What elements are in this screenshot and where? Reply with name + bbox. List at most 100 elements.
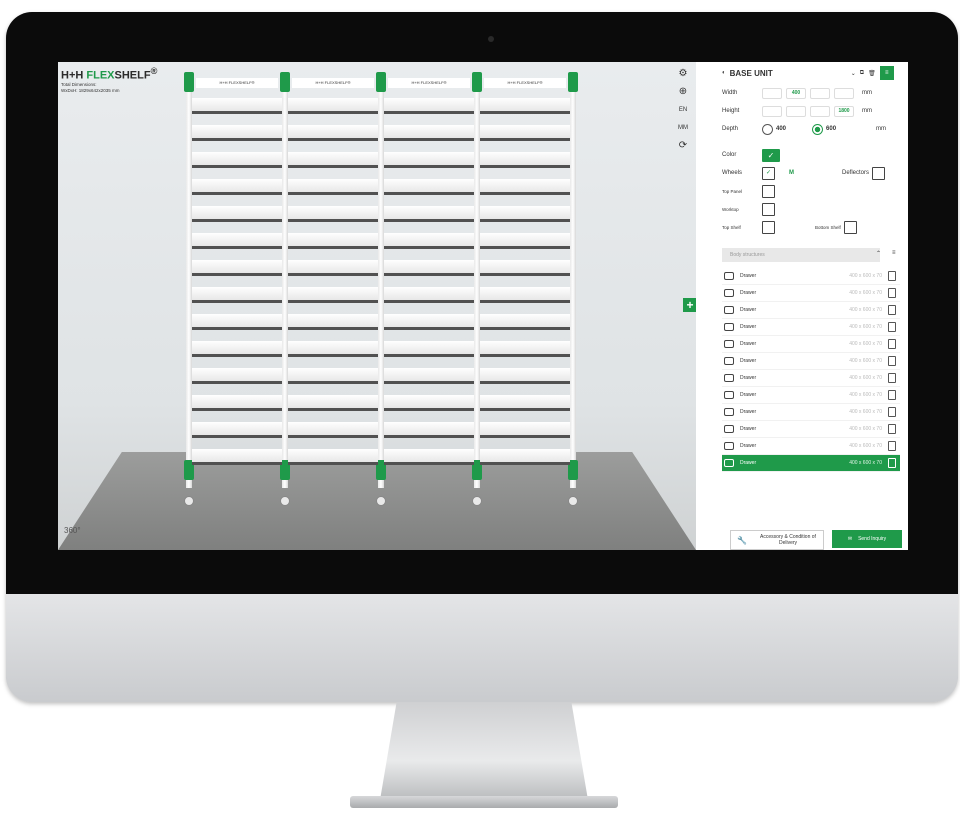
trash-icon[interactable] xyxy=(888,271,896,281)
list-item[interactable]: Drawer 400 x 600 x 70 xyxy=(722,421,900,438)
list-item[interactable]: Drawer 400 x 600 x 70 xyxy=(722,302,900,319)
drawer-tray[interactable] xyxy=(384,395,474,411)
drawer-tray[interactable] xyxy=(480,125,570,141)
drawer-tray[interactable] xyxy=(192,206,282,222)
list-item[interactable]: Drawer 400 x 600 x 70 xyxy=(722,370,900,387)
drawer-tray[interactable] xyxy=(192,260,282,276)
worktop-checkbox[interactable] xyxy=(762,202,775,216)
drawer-tray[interactable] xyxy=(384,422,474,438)
add-unit-button[interactable]: + xyxy=(683,298,696,312)
list-item[interactable]: Drawer 400 x 600 x 70 xyxy=(722,404,900,421)
drawer-tray[interactable] xyxy=(384,287,474,303)
trash-icon[interactable]: 🗑 xyxy=(868,70,876,77)
list-item[interactable]: Drawer 400 x 600 x 70 xyxy=(722,387,900,404)
depth-radio-600[interactable] xyxy=(812,123,824,135)
trash-icon[interactable] xyxy=(888,441,896,451)
structure-search[interactable]: Body structures xyxy=(722,248,880,262)
drawer-tray[interactable] xyxy=(480,179,570,195)
drawer-tray[interactable] xyxy=(192,341,282,357)
drawer-tray[interactable] xyxy=(384,125,474,141)
drawer-tray[interactable] xyxy=(480,260,570,276)
drawer-tray[interactable] xyxy=(288,206,378,222)
drawer-tray[interactable] xyxy=(192,368,282,384)
drawer-tray[interactable] xyxy=(384,341,474,357)
wheels-checkbox[interactable]: ✓ xyxy=(762,166,775,180)
drawer-tray[interactable] xyxy=(480,449,570,465)
drawer-tray[interactable] xyxy=(384,449,474,465)
drawer-tray[interactable] xyxy=(192,233,282,249)
drawer-tray[interactable] xyxy=(384,179,474,195)
drawer-tray[interactable] xyxy=(480,422,570,438)
trash-icon[interactable] xyxy=(888,288,896,298)
drawer-tray[interactable] xyxy=(192,152,282,168)
drawer-tray[interactable] xyxy=(288,314,378,330)
trash-icon[interactable] xyxy=(888,322,896,332)
list-item[interactable]: Drawer 400 x 600 x 70 xyxy=(722,319,900,336)
drawer-tray[interactable] xyxy=(480,233,570,249)
trash-icon[interactable] xyxy=(888,390,896,400)
rotate-360-icon[interactable]: 360° xyxy=(64,526,81,535)
rack-bay[interactable]: H+H FLEXSHELF® xyxy=(192,72,282,488)
drawer-tray[interactable] xyxy=(288,260,378,276)
drawer-tray[interactable] xyxy=(480,314,570,330)
list-item[interactable]: Drawer 400 x 600 x 70 xyxy=(722,455,900,472)
drawer-tray[interactable] xyxy=(288,179,378,195)
drawer-tray[interactable] xyxy=(192,449,282,465)
accessory-button[interactable]: 🔧 Accessory & Condition of Delivery xyxy=(730,530,824,550)
settings-icon[interactable]: ⚙ xyxy=(675,66,691,82)
rack-bay[interactable]: H+H FLEXSHELF® xyxy=(384,72,474,488)
3d-viewport[interactable]: H+H FLEXSHELF® Total Dimensions: WxDxH: 1… xyxy=(58,62,696,550)
drawer-tray[interactable] xyxy=(480,152,570,168)
drawer-tray[interactable] xyxy=(288,233,378,249)
trash-icon[interactable] xyxy=(888,407,896,417)
drawer-tray[interactable] xyxy=(480,368,570,384)
refresh-icon[interactable]: ⟳ xyxy=(675,138,691,154)
drawer-tray[interactable] xyxy=(480,206,570,222)
copy-icon[interactable]: ⧉ xyxy=(860,70,864,77)
list-item[interactable]: Drawer 400 x 600 x 70 xyxy=(722,336,900,353)
drawer-tray[interactable] xyxy=(384,368,474,384)
filter-icon[interactable]: ≡ xyxy=(879,66,894,80)
drawer-tray[interactable] xyxy=(384,206,474,222)
bottom-shelf-checkbox[interactable] xyxy=(843,220,857,234)
drawer-tray[interactable] xyxy=(192,287,282,303)
send-inquiry-button[interactable]: ✉ Send Inquiry xyxy=(832,530,902,548)
trash-icon[interactable] xyxy=(888,305,896,315)
drawer-tray[interactable] xyxy=(480,98,570,114)
trash-icon[interactable] xyxy=(888,424,896,434)
rack-bay[interactable]: H+H FLEXSHELF® xyxy=(480,72,570,488)
drawer-tray[interactable] xyxy=(192,395,282,411)
trash-icon[interactable] xyxy=(888,356,896,366)
drawer-tray[interactable] xyxy=(288,368,378,384)
depth-radio-400[interactable] xyxy=(762,123,773,135)
drawer-tray[interactable] xyxy=(384,260,474,276)
drawer-tray[interactable] xyxy=(192,179,282,195)
list-item[interactable]: Drawer 400 x 600 x 70 xyxy=(722,353,900,370)
filter-list-icon[interactable]: ≡ xyxy=(892,250,896,256)
drawer-tray[interactable] xyxy=(192,98,282,114)
drawer-tray[interactable] xyxy=(192,125,282,141)
drawer-tray[interactable] xyxy=(384,233,474,249)
drawer-tray[interactable] xyxy=(192,314,282,330)
drawer-tray[interactable] xyxy=(288,449,378,465)
drawer-tray[interactable] xyxy=(288,152,378,168)
deflectors-checkbox[interactable] xyxy=(872,166,886,180)
list-item[interactable]: Drawer 400 x 600 x 70 xyxy=(722,438,900,455)
drawer-tray[interactable] xyxy=(288,125,378,141)
drawer-tray[interactable] xyxy=(480,287,570,303)
drawer-tray[interactable] xyxy=(192,422,282,438)
chevron-down-icon[interactable]: ⌄ xyxy=(851,70,856,77)
top-shelf-checkbox[interactable] xyxy=(762,220,775,234)
chevron-up-icon[interactable]: ⌃ xyxy=(876,250,881,257)
list-item[interactable]: Drawer 400 x 600 x 70 xyxy=(722,268,900,285)
drawer-tray[interactable] xyxy=(480,395,570,411)
shelf-rack-model[interactable]: H+H FLEXSHELF® H+H FLEXSHELF® H+H FLEXSHEL… xyxy=(184,72,578,512)
drawer-tray[interactable] xyxy=(288,341,378,357)
drawer-tray[interactable] xyxy=(384,98,474,114)
zoom-icon[interactable]: ⊕ xyxy=(675,84,691,100)
drawer-tray[interactable] xyxy=(384,152,474,168)
drawer-tray[interactable] xyxy=(288,98,378,114)
rack-bay[interactable]: H+H FLEXSHELF® xyxy=(288,72,378,488)
drawer-tray[interactable] xyxy=(288,395,378,411)
trash-icon[interactable] xyxy=(888,339,896,349)
